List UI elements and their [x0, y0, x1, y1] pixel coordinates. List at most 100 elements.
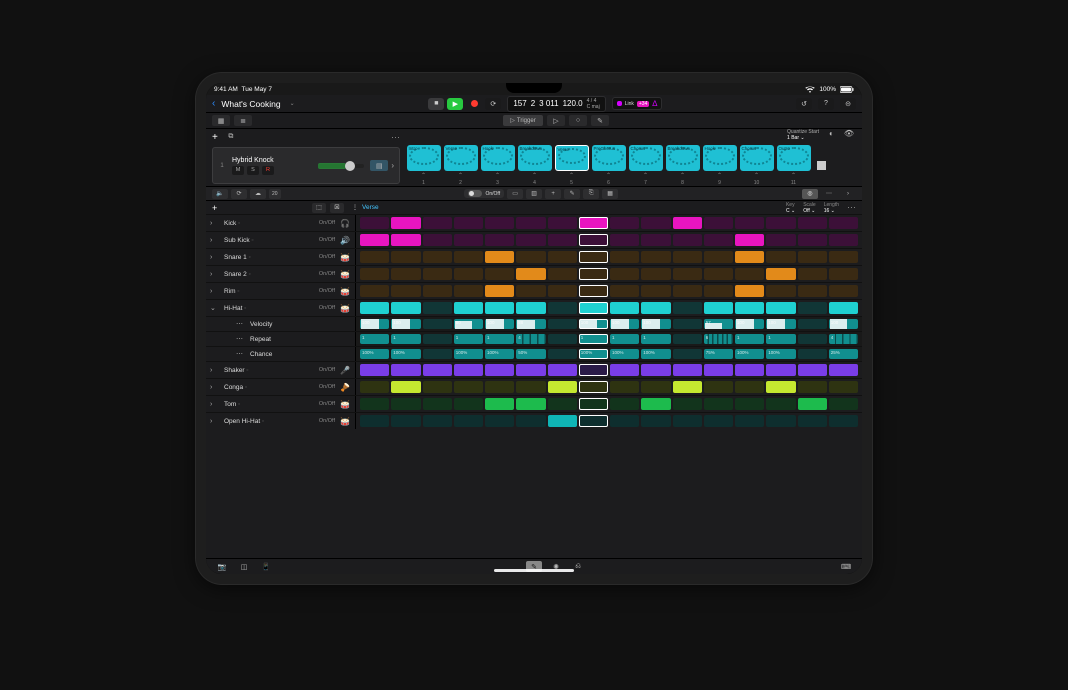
midbar-btn-1[interactable]: ▭	[507, 189, 523, 199]
step-cell[interactable]	[673, 234, 702, 246]
step-subcell[interactable]: 25%	[829, 349, 858, 359]
step-subcell[interactable]: 100%	[735, 349, 764, 359]
step-subcell[interactable]: 100	[391, 319, 420, 329]
step-cell[interactable]	[423, 268, 452, 280]
step-cell[interactable]	[454, 234, 483, 246]
step-subcell[interactable]: 75%	[704, 349, 733, 359]
add-track-button[interactable]: +	[212, 132, 218, 143]
step-cell[interactable]	[423, 364, 452, 376]
step-cell[interactable]	[829, 364, 858, 376]
lane-onoff-label[interactable]: On/Off	[319, 305, 335, 311]
step-subcell[interactable]: 100	[766, 319, 795, 329]
step-cell[interactable]	[610, 415, 639, 427]
step-cell[interactable]	[579, 217, 608, 229]
step-cell[interactable]	[485, 234, 514, 246]
stop-button[interactable]: ■	[428, 98, 444, 110]
step-cell[interactable]	[548, 285, 577, 297]
step-cell[interactable]	[798, 217, 827, 229]
step-cell[interactable]	[579, 234, 608, 246]
device-button[interactable]: 📱	[258, 561, 274, 572]
step-subcell[interactable]	[548, 349, 577, 359]
step-subcell[interactable]: 4	[516, 334, 545, 344]
lane-name[interactable]: Sub Kick ◦	[224, 237, 315, 244]
step-subcell[interactable]	[673, 319, 702, 329]
back-button[interactable]: ‹	[212, 98, 215, 109]
step-subcell[interactable]	[423, 334, 452, 344]
lane-instrument-icon[interactable]: 🥁	[339, 415, 351, 427]
step-cell[interactable]	[485, 217, 514, 229]
play-from-button[interactable]: ▷	[547, 115, 565, 126]
step-cell[interactable]	[360, 415, 389, 427]
step-subcell[interactable]	[423, 349, 452, 359]
lane-name[interactable]: Snare 1 ◦	[224, 254, 315, 261]
track-expand-icon[interactable]: ›	[391, 161, 394, 170]
step-cell[interactable]	[391, 234, 420, 246]
step-cell[interactable]	[516, 415, 545, 427]
step-onoff-toggle[interactable]: On/Off	[464, 189, 504, 198]
select-button[interactable]: ⬚	[312, 203, 326, 213]
add-lane-button[interactable]: +	[212, 203, 217, 213]
step-cell[interactable]	[735, 268, 764, 280]
step-cell[interactable]	[766, 302, 795, 314]
step-subcell[interactable]: 1	[360, 334, 389, 344]
step-cell[interactable]	[423, 415, 452, 427]
step-cell[interactable]	[610, 234, 639, 246]
lane-name[interactable]: Hi-Hat ◦	[224, 305, 315, 312]
step-cell[interactable]	[610, 268, 639, 280]
scene-up-arrow-icon[interactable]: ⌃	[754, 172, 759, 179]
track-strip[interactable]: 1 Hybrid Knock M S R ▤ ›	[212, 147, 400, 184]
step-cell[interactable]	[673, 415, 702, 427]
step-cell[interactable]	[423, 251, 452, 263]
step-cell[interactable]	[360, 285, 389, 297]
home-indicator[interactable]	[494, 569, 574, 572]
step-subcell[interactable]: 100	[641, 319, 670, 329]
lane-sub-more-icon[interactable]: ⋯	[236, 320, 246, 328]
step-cell[interactable]	[673, 364, 702, 376]
volume-slider[interactable]	[318, 164, 364, 168]
scene-cell[interactable]: Hook⌃9	[702, 145, 737, 186]
step-subcell[interactable]: 6	[704, 334, 733, 344]
step-subcell[interactable]: 100%	[579, 349, 608, 359]
loop-target-button[interactable]: ○	[569, 115, 587, 126]
pattern-key[interactable]: KeyC ⌄	[786, 202, 795, 214]
step-cell[interactable]	[704, 364, 733, 376]
step-subcell[interactable]: 100	[610, 319, 639, 329]
track-record-button[interactable]: R	[262, 166, 274, 175]
step-cell[interactable]	[798, 415, 827, 427]
scene-cell[interactable]: Verse⌃5	[554, 145, 589, 186]
settings-button[interactable]: ⊝	[840, 98, 856, 110]
project-menu-chevron-icon[interactable]: ⌄	[290, 100, 295, 107]
lane-name[interactable]: Kick ◦	[224, 220, 315, 227]
step-cell[interactable]	[423, 234, 452, 246]
step-cell[interactable]	[798, 302, 827, 314]
step-subcell[interactable]: 1	[391, 334, 420, 344]
track-options-button[interactable]: ⋯	[391, 132, 400, 143]
step-cell[interactable]	[516, 217, 545, 229]
scene-up-arrow-icon[interactable]: ⌃	[717, 172, 722, 179]
track-detail-button[interactable]: ▤	[370, 160, 388, 171]
step-cell[interactable]	[641, 268, 670, 280]
midbar-btn-2[interactable]: ▥	[526, 189, 542, 199]
mute-button[interactable]: M	[232, 166, 244, 175]
midbar-btn-5[interactable]: ⎘	[583, 189, 599, 199]
step-cell[interactable]	[673, 217, 702, 229]
edit-button[interactable]: ✎	[591, 115, 609, 126]
midbar-btn-4[interactable]: ✎	[564, 189, 580, 199]
view-grid-button[interactable]: ▦	[212, 115, 230, 126]
step-cell[interactable]	[516, 398, 545, 410]
lane-instrument-icon[interactable]: 🥁	[339, 285, 351, 297]
step-subcell[interactable]: 57	[704, 319, 733, 329]
step-subcell[interactable]: 1	[485, 334, 514, 344]
step-cell[interactable]	[798, 234, 827, 246]
step-cell[interactable]	[548, 217, 577, 229]
pattern-name[interactable]: Verse	[362, 204, 379, 211]
step-cell[interactable]	[704, 398, 733, 410]
scene-cell[interactable]: PreChorus⌃6	[591, 145, 626, 186]
step-cell[interactable]	[766, 415, 795, 427]
metronome-icon[interactable]: ◐	[829, 129, 834, 138]
step-cell[interactable]	[735, 364, 764, 376]
view-mixer-button[interactable]: ≣	[234, 115, 252, 126]
step-cell[interactable]	[548, 415, 577, 427]
lane-expand-button[interactable]: ›	[210, 288, 220, 295]
step-subcell[interactable]: 1	[579, 334, 608, 344]
